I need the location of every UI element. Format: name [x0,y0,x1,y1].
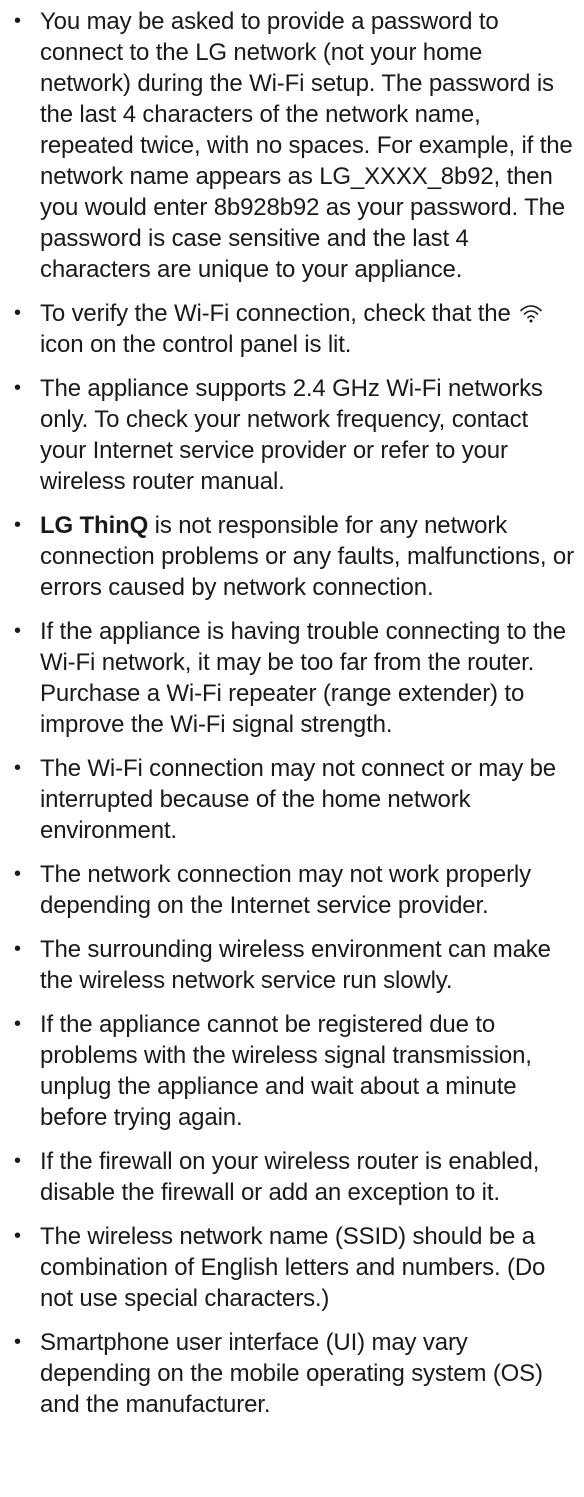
list-item-text: If the firewall on your wireless router … [40,1148,540,1206]
brand-name: LG ThinQ [40,512,149,539]
list-item-text: You may be asked to provide a password t… [40,8,573,283]
list-item-text: Smartphone user interface (UI) may vary … [40,1329,543,1418]
bullet: • [14,1225,21,1247]
bullet: • [14,10,21,32]
notes-list: • You may be asked to provide a password… [0,6,584,1433]
bullet: • [14,1013,21,1035]
list-item-text: The Wi-Fi connection may not connect or … [40,755,556,844]
list-item-text: If the appliance is having trouble conne… [40,618,566,738]
list-item-frequency: • The appliance supports 2.4 GHz Wi-Fi n… [0,373,584,497]
list-item-ui-varies: • Smartphone user interface (UI) may var… [0,1327,584,1420]
list-item-verify-wifi: • To verify the Wi-Fi connection, check … [0,298,584,360]
list-item-text: The wireless network name (SSID) should … [40,1223,546,1312]
list-item-text-before-icon: To verify the Wi-Fi connection, check th… [40,300,511,327]
bullet: • [14,514,21,536]
list-item-ssid: • The wireless network name (SSID) shoul… [0,1221,584,1314]
list-item-text: If the appliance cannot be registered du… [40,1011,532,1131]
list-item-environment: • The surrounding wireless environment c… [0,934,584,996]
bullet: • [14,757,21,779]
bullet: • [14,377,21,399]
list-item-text: The surrounding wireless environment can… [40,936,551,994]
bullet: • [14,302,21,324]
wifi-icon [519,302,543,324]
bullet: • [14,620,21,642]
list-item-firewall: • If the firewall on your wireless route… [0,1146,584,1208]
list-item-isp: • The network connection may not work pr… [0,859,584,921]
list-item-interrupted: • The Wi-Fi connection may not connect o… [0,753,584,846]
list-item-repeater: • If the appliance is having trouble con… [0,616,584,740]
list-item-text-after-icon: icon on the control panel is lit. [40,331,352,358]
list-item-thinq-disclaimer: • LG ThinQ is not responsible for any ne… [0,510,584,603]
bullet: • [14,1331,21,1353]
bullet: • [14,863,21,885]
bullet: • [14,1150,21,1172]
list-item-text: The appliance supports 2.4 GHz Wi-Fi net… [40,375,543,495]
list-item-password: • You may be asked to provide a password… [0,6,584,285]
list-item-registration: • If the appliance cannot be registered … [0,1009,584,1133]
bullet: • [14,938,21,960]
list-item-text: The network connection may not work prop… [40,861,531,919]
